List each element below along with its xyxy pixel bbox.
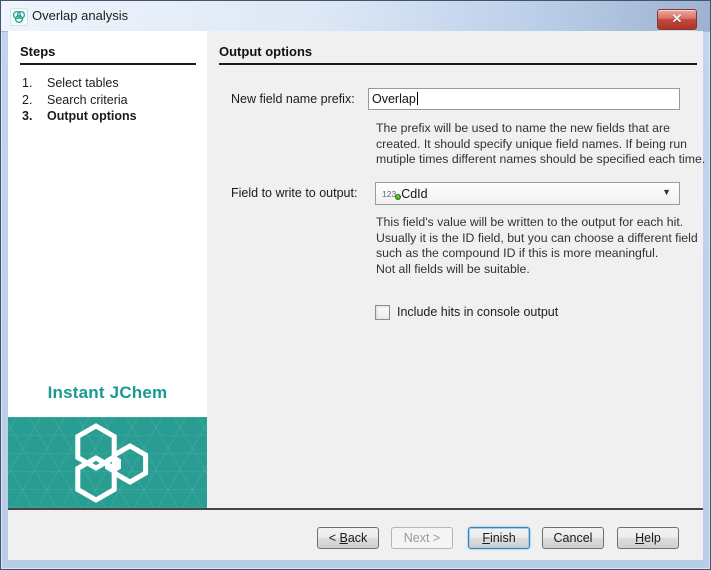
help-line: created. It should specify unique field … — [376, 136, 688, 151]
help-line: Not all fields will be suitable. — [376, 262, 530, 277]
steps-header: Steps — [20, 44, 196, 65]
output-field-label: Field to write to output: — [231, 186, 358, 200]
app-icon — [10, 8, 28, 26]
help-line: This field's value will be written to th… — [376, 215, 684, 229]
close-button[interactable]: ✕ — [657, 9, 697, 30]
finish-button[interactable]: Finish — [468, 527, 530, 549]
prefix-help-text: The prefix will be used to name the new … — [376, 121, 705, 168]
step-number: 1. — [22, 76, 33, 90]
dropdown-arrow-icon: ▼ — [662, 187, 671, 197]
step-item-select-tables: 1. Select tables — [22, 75, 137, 92]
prefix-input-value: Overlap — [372, 92, 416, 106]
output-field-dropdown[interactable]: 123 CdId ▼ — [375, 182, 680, 205]
instant-jchem-brand: Instant JChem — [47, 383, 168, 402]
prefix-input[interactable]: Overlap — [368, 88, 680, 110]
brand-banner — [8, 417, 207, 508]
help-line: such as the compound ID if this is more … — [376, 246, 659, 261]
back-button[interactable]: < Back — [317, 527, 379, 549]
close-icon: ✕ — [671, 11, 683, 26]
output-options-panel: Output options New field name prefix: Ov… — [207, 31, 705, 508]
step-item-output-options-current: 3. Output options — [22, 108, 137, 125]
steps-list: 1. Select tables 2. Search criteria 3. O… — [22, 75, 137, 125]
hexagon-logo — [74, 422, 148, 503]
integer-field-type-icon: 123 — [382, 189, 402, 200]
key-indicator-dot — [395, 193, 402, 200]
next-button: Next > — [391, 527, 453, 549]
prefix-field-label: New field name prefix: — [231, 92, 355, 106]
include-hits-checkbox[interactable] — [375, 305, 390, 320]
text-caret — [416, 92, 418, 105]
steps-sidebar: Steps 1. Select tables 2. Search criteri… — [8, 31, 207, 508]
output-field-help-text: This field's value will be written to th… — [376, 215, 698, 278]
step-item-search-criteria: 2. Search criteria — [22, 92, 137, 109]
step-label: Output options — [47, 109, 137, 123]
cancel-button[interactable]: Cancel — [542, 527, 604, 549]
dropdown-selected-item: 123 CdId — [382, 183, 428, 204]
step-label: Search criteria — [47, 92, 128, 107]
help-line: The prefix will be used to name the new … — [376, 121, 670, 135]
window-title: Overlap analysis — [32, 8, 129, 23]
panel-title: Output options — [219, 44, 697, 65]
overlap-analysis-dialog: Overlap analysis ✕ Steps 1. Select table… — [0, 0, 711, 570]
titlebar[interactable]: Overlap analysis ✕ — [1, 1, 710, 32]
help-line: Usually it is the ID field, but you can … — [376, 230, 698, 245]
wizard-button-bar: < Back Next > Finish Cancel Help — [8, 510, 703, 560]
step-number: 2. — [22, 92, 33, 107]
dropdown-selected-value: CdId — [401, 186, 428, 201]
help-button[interactable]: Help — [617, 527, 679, 549]
step-label: Select tables — [47, 76, 119, 90]
include-hits-checkbox-label[interactable]: Include hits in console output — [397, 305, 558, 319]
dialog-body: Steps 1. Select tables 2. Search criteri… — [8, 31, 705, 560]
dialog-window: Overlap analysis ✕ Steps 1. Select table… — [0, 0, 711, 570]
step-number: 3. — [22, 109, 33, 123]
help-line: mutiple times different names should be … — [376, 152, 706, 167]
